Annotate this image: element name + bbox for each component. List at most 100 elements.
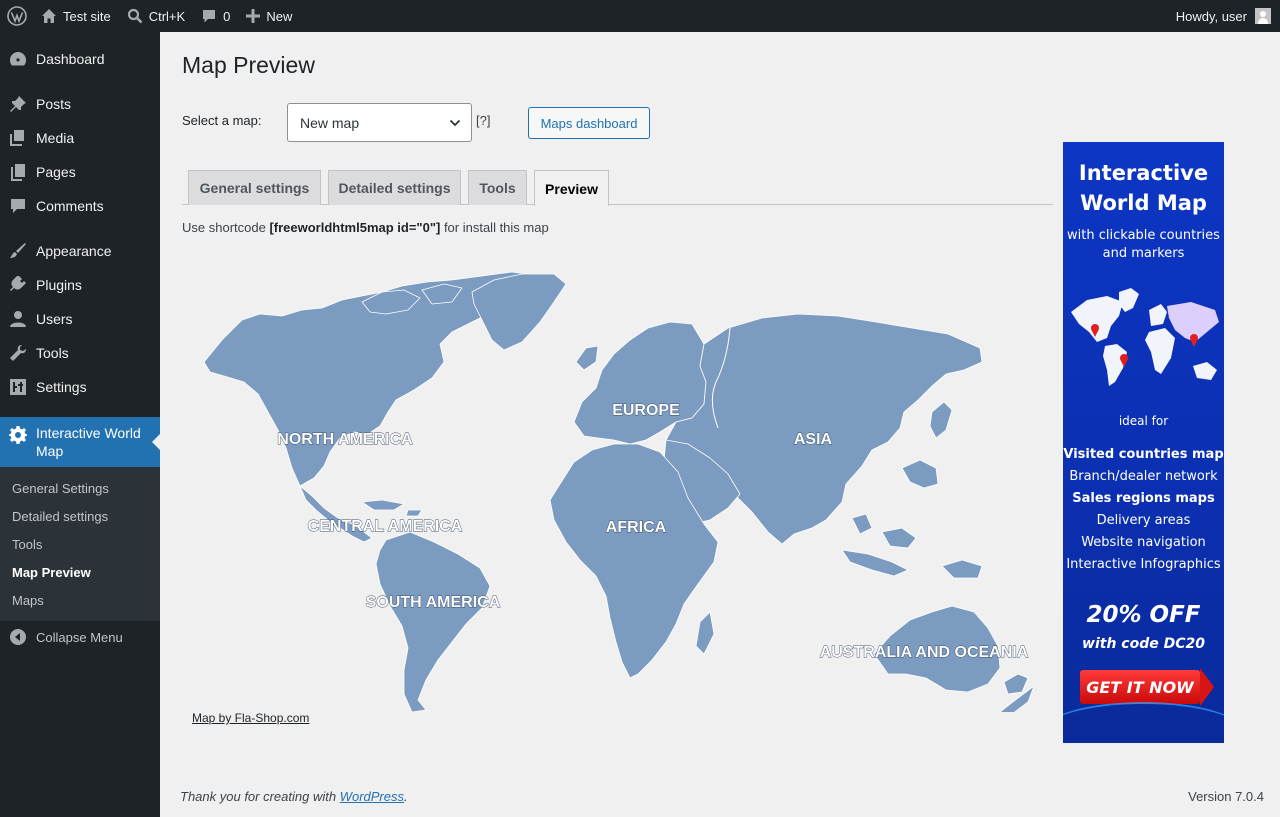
menu-posts[interactable]: Posts <box>0 95 160 113</box>
maps-dashboard-button[interactable]: Maps dashboard <box>528 107 650 139</box>
map-credit-link[interactable]: Map by Fla-Shop.com <box>192 711 309 725</box>
current-indicator <box>152 434 160 450</box>
submenu-tools[interactable]: Tools <box>12 537 42 552</box>
tab-tools[interactable]: Tools <box>468 170 527 205</box>
label-asia: ASIA <box>794 431 833 448</box>
map-select-value: New map <box>300 114 360 131</box>
gear-icon <box>9 426 27 444</box>
ad-code: with code DC20 <box>1082 636 1205 652</box>
pages-icon <box>11 164 25 181</box>
ad-feature: Sales regions maps <box>1072 491 1215 506</box>
label-europe: EUROPE <box>612 402 680 419</box>
media-icon <box>10 130 24 146</box>
comments-icon <box>11 199 25 213</box>
ad-title-line: World Map <box>1080 191 1207 215</box>
menu-pages[interactable]: Pages <box>0 163 160 181</box>
ad-feature: Interactive Infographics <box>1066 557 1221 572</box>
ad-decoration <box>1063 702 1224 743</box>
comments-count: 0 <box>223 8 231 24</box>
menu-label: Settings <box>36 379 87 395</box>
ad-subtitle-line: and markers <box>1102 246 1185 261</box>
help-link[interactable]: [?] <box>476 113 490 128</box>
menu-label: Map <box>36 443 64 459</box>
shortcode-pre: Use shortcode <box>182 220 270 235</box>
region-japan[interactable] <box>929 401 953 439</box>
ad-get-it-now-button[interactable]: GET IT NOW <box>1080 668 1214 706</box>
shortcode-post: for install this map <box>440 220 549 235</box>
submenu-general-settings[interactable]: General Settings <box>12 481 109 496</box>
collapse-label: Collapse Menu <box>36 629 123 645</box>
tab-general-settings[interactable]: General settings <box>188 170 321 205</box>
submenu-map-preview[interactable]: Map Preview <box>12 565 91 580</box>
plugin-icon <box>10 276 26 291</box>
select-map-label: Select a map: <box>182 113 262 128</box>
label-oceania: AUSTRALIA AND OCEANIA <box>820 644 1029 661</box>
ad-feature: Delivery areas <box>1096 513 1191 528</box>
submenu-maps[interactable]: Maps <box>12 593 44 608</box>
ad-features-list: Visited countries map Branch/dealer netw… <box>1063 444 1224 576</box>
menu-settings[interactable]: Settings <box>0 378 160 396</box>
my-account[interactable]: Howdy, user <box>1176 8 1280 24</box>
menu-label: Users <box>36 311 73 327</box>
submenu: General Settings Detailed settings Tools… <box>0 467 160 621</box>
menu-tools[interactable]: Tools <box>0 344 160 362</box>
map-select[interactable]: New map <box>287 103 472 142</box>
home-icon <box>42 9 56 23</box>
menu-label: Comments <box>36 198 104 214</box>
region-south-america[interactable] <box>375 531 491 712</box>
menu-label: Media <box>36 130 75 146</box>
menu-plugins[interactable]: Plugins <box>0 276 160 294</box>
shortcode-hint: Use shortcode [freeworldhtml5map id="0"]… <box>182 220 549 235</box>
region-greenland[interactable] <box>471 273 567 351</box>
wrench-icon <box>10 345 26 361</box>
wordpress-link[interactable]: WordPress <box>340 789 404 804</box>
wordpress-logo-icon[interactable] <box>0 0 33 32</box>
search-shortcut: Ctrl+K <box>148 8 186 24</box>
ad-feature: Branch/dealer network <box>1069 469 1218 484</box>
menu-label: Interactive World <box>36 425 141 441</box>
admin-bar: Test site Ctrl+K 0 New Howdy, user <box>0 0 1280 32</box>
label-south-america: SOUTH AMERICA <box>366 594 501 611</box>
brush-icon <box>10 243 26 258</box>
howdy-text: Howdy, user <box>1175 8 1247 24</box>
ad-feature: Visited countries map <box>1063 447 1224 462</box>
region-se-asia[interactable] <box>841 513 983 579</box>
menu-users[interactable]: Users <box>0 310 160 328</box>
tab-preview[interactable]: Preview <box>534 170 609 206</box>
pin-icon <box>10 96 26 112</box>
ad-feature: Website navigation <box>1081 535 1206 550</box>
chevron-down-icon <box>449 119 461 127</box>
ad-title-line: Interactive <box>1078 161 1209 185</box>
new-label: New <box>266 8 293 24</box>
menu-label: Posts <box>36 96 72 112</box>
menu-interactive-world-map[interactable]: Interactive World Map <box>0 417 160 467</box>
plus-icon <box>246 9 261 23</box>
settings-sliders-icon <box>10 379 26 395</box>
site-name: Test site <box>63 8 111 24</box>
menu-media[interactable]: Media <box>0 129 160 147</box>
footer-period: . <box>404 789 408 804</box>
ad-banner[interactable]: Interactive World Map with clickable cou… <box>1063 142 1224 743</box>
menu-label: Tools <box>36 345 69 361</box>
label-africa: AFRICA <box>606 519 667 536</box>
avatar <box>1255 8 1271 24</box>
ad-ideal-for: ideal for <box>1118 414 1169 428</box>
ad-title: Interactive World Map <box>1063 158 1224 218</box>
site-name-link[interactable]: Test site <box>33 0 119 32</box>
submenu-detailed-settings[interactable]: Detailed settings <box>12 509 108 524</box>
menu-label: Appearance <box>36 243 112 259</box>
search-link[interactable]: Ctrl+K <box>119 0 193 32</box>
tab-detailed-settings[interactable]: Detailed settings <box>328 170 461 205</box>
ad-subtitle: with clickable countries and markers <box>1063 227 1224 263</box>
new-content-link[interactable]: New <box>238 0 300 32</box>
comment-icon <box>203 10 216 23</box>
menu-dashboard[interactable]: Dashboard <box>0 50 160 68</box>
page-title: Map Preview <box>182 52 315 78</box>
collapse-menu-button[interactable]: Collapse Menu <box>0 628 160 646</box>
world-map: NORTH AMERICA CENTRAL AMERICA SOUTH AMER… <box>203 271 1035 712</box>
comments-link[interactable]: 0 <box>193 0 238 32</box>
footer-thanks: Thank you for creating with WordPress. <box>180 789 408 804</box>
menu-comments[interactable]: Comments <box>0 197 160 215</box>
tab-bar: General settings Detailed settings Tools… <box>182 170 1053 206</box>
menu-appearance[interactable]: Appearance <box>0 242 160 260</box>
